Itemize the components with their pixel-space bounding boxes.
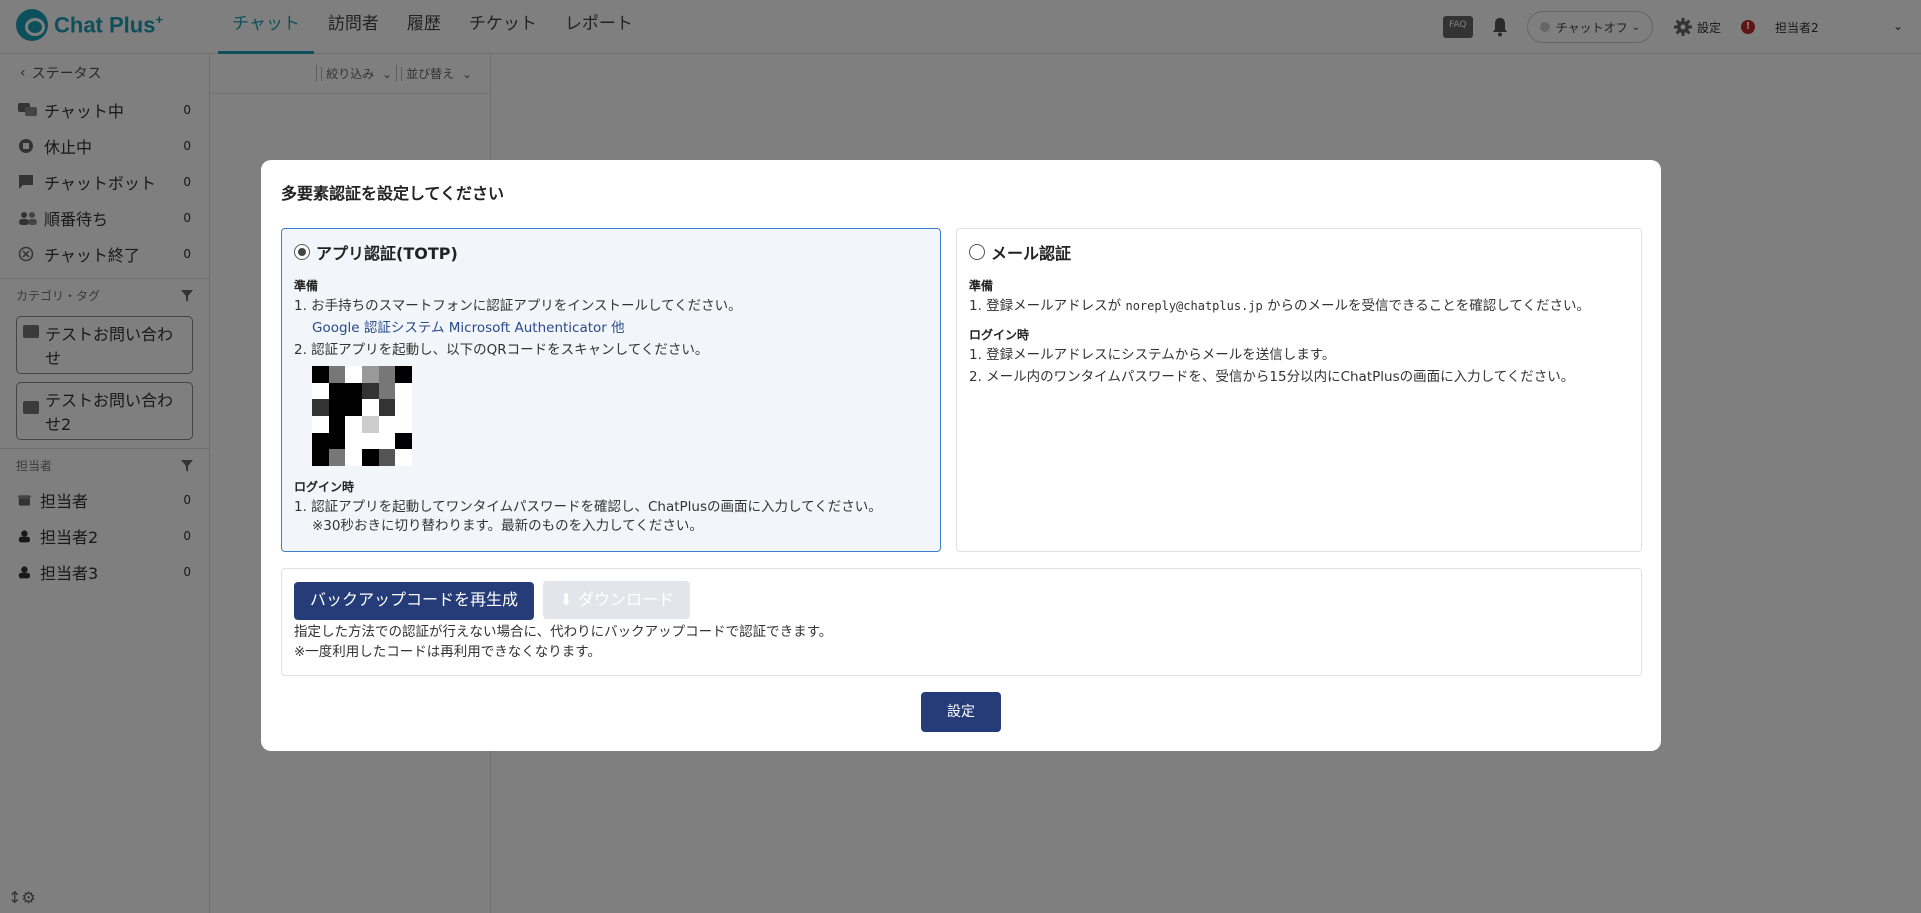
backup-note-2: ※一度利用したコードは再利用できなくなります。 [294,644,601,660]
regenerate-backup-code-button[interactable]: バックアップコードを再生成 [294,582,535,620]
login-step-1: 1. 登録メールアドレスにシステムからメールを送信します。 [969,347,1336,363]
mail-auth-option[interactable]: メール認証 準備 1. 登録メールアドレスが noreply@chatplus.… [956,228,1642,552]
download-button: ⬇ ダウンロード [543,581,690,619]
login-header: ログイン時 [294,480,355,494]
prep-step-1: 1. 登録メールアドレスが noreply@chatplus.jp からのメール… [969,298,1590,314]
qr-code-image [312,366,412,466]
submit-settings-button[interactable]: 設定 [921,692,1001,732]
auth-apps-link[interactable]: Google 認証システム Microsoft Authenticator 他 [294,319,928,338]
mail-auth-radio[interactable] [969,244,985,260]
backup-note-1: 指定した方法での認証が行えない場合に、代わりにバックアップコードで認証できます。 [294,624,833,640]
login-note: ※30秒おきに切り替わります。最新のものを入力してください。 [312,518,703,534]
prep-step-1: 1. お手持ちのスマートフォンに認証アプリをインストールしてください。 [294,298,742,314]
login-header: ログイン時 [969,328,1030,342]
app-auth-radio[interactable] [294,244,310,260]
prep-step-2: 2. 認証アプリを起動し、以下のQRコードをスキャンしてください。 [294,342,709,358]
sender-email: noreply@chatplus.jp [1125,299,1263,313]
download-icon: ⬇ [559,590,573,609]
app-auth-option[interactable]: アプリ認証(TOTP) 準備 1. お手持ちのスマートフォンに認証アプリをインス… [281,228,941,552]
prep-header: 準備 [969,279,994,293]
login-step-1: 1. 認証アプリを起動してワンタイムパスワードを確認し、ChatPlusの画面に… [294,499,882,515]
dialog-title: 多要素認証を設定してください [281,184,505,203]
login-step-2: 2. メール内のワンタイムパスワードを、受信から15分以内にChatPlusの画… [969,369,1575,385]
option-title: アプリ認証(TOTP) [316,244,458,263]
prep-header: 準備 [294,279,319,293]
mfa-setup-dialog: 多要素認証を設定してください アプリ認証(TOTP) 準備 1. お手持ちのスマ… [261,160,1661,751]
option-title: メール認証 [991,244,1072,263]
backup-code-section: バックアップコードを再生成 ⬇ ダウンロード 指定した方法での認証が行えない場合… [281,568,1642,676]
